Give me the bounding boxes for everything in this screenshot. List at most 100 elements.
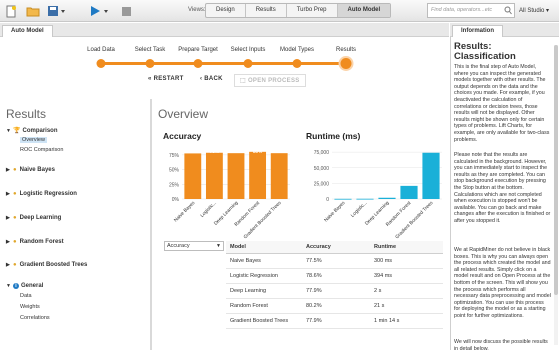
- bar: [184, 153, 202, 199]
- info-paragraph: Please note that the results are calcula…: [454, 152, 551, 224]
- information-panel: Results: Classification This is the fina…: [450, 37, 559, 350]
- tree-group-general[interactable]: ▼ i General: [6, 283, 43, 289]
- expand-arrow-icon[interactable]: ▶: [6, 191, 13, 197]
- new-process-icon[interactable]: [3, 3, 19, 19]
- save-icon[interactable]: [46, 3, 68, 19]
- expand-arrow-icon[interactable]: ▶: [6, 167, 13, 173]
- stop-icon[interactable]: [118, 3, 134, 19]
- tree-group-label: Comparison: [22, 127, 58, 134]
- y-tick-label: 75,000: [314, 150, 330, 156]
- tree-item-data[interactable]: Data: [20, 293, 32, 299]
- studio-selector[interactable]: All Studio ▾: [519, 7, 549, 14]
- step-select-inputs-dot[interactable]: [243, 59, 253, 68]
- cell-runtime: 2 s: [370, 283, 443, 299]
- search-placeholder: Find data, operators...etc: [431, 7, 493, 13]
- info-title: Results: Classification: [454, 41, 516, 62]
- x-tick-label: Logistic...: [199, 200, 218, 219]
- table-row[interactable]: Random Forest 80.2% 21 s: [226, 298, 443, 314]
- collapse-arrow-icon[interactable]: ▼: [6, 128, 13, 134]
- expand-arrow-icon[interactable]: ▶: [6, 215, 13, 221]
- tree-group-naive-bayes[interactable]: ▶ ● Naive Bayes: [6, 167, 55, 173]
- open-folder-icon[interactable]: [24, 3, 42, 19]
- open-process-button[interactable]: ⬚ OPEN PROCESS: [234, 74, 306, 87]
- y-tick-label: 75%: [169, 153, 180, 159]
- view-design-tab[interactable]: Design: [206, 4, 246, 17]
- data-label: 77%: [188, 149, 197, 154]
- cell-accuracy: 77.5%: [302, 253, 370, 269]
- step-load-data-dot[interactable]: [96, 59, 106, 68]
- bar: [249, 151, 267, 199]
- bar: [205, 152, 223, 199]
- metric-dropdown[interactable]: Accuracy ▼: [164, 241, 224, 251]
- results-table: Model Accuracy Runtime Naive Bayes 77.5%…: [226, 241, 443, 329]
- table-row[interactable]: Logistic Regression 78.6% 394 ms: [226, 268, 443, 284]
- column-header-runtime[interactable]: Runtime: [370, 241, 443, 254]
- y-tick-label: 0%: [172, 197, 180, 203]
- bulb-icon: ●: [13, 167, 17, 173]
- x-tick-label: Logistic...: [350, 200, 369, 219]
- cell-model: Naive Bayes: [226, 253, 302, 269]
- step-results-dot[interactable]: [340, 58, 352, 69]
- x-tick-label: Naive Bayes: [323, 200, 347, 224]
- search-icon[interactable]: [504, 6, 512, 21]
- tree-item-correlations[interactable]: Correlations: [20, 315, 50, 321]
- step-select-task-dot[interactable]: [145, 59, 155, 68]
- search-input[interactable]: Find data, operators...etc: [427, 3, 515, 18]
- tree-group-gradient-boosted-trees[interactable]: ▶ ● Gradient Boosted Trees: [6, 262, 87, 268]
- cell-model: Deep Learning: [226, 283, 302, 299]
- data-label: 80%: [253, 149, 262, 154]
- tree-group-deep-learning[interactable]: ▶ ● Deep Learning: [6, 215, 61, 221]
- expand-arrow-icon[interactable]: ▶: [6, 262, 13, 268]
- info-paragraph: We will now discuss the possible results…: [454, 339, 548, 350]
- results-title: Results: [6, 107, 47, 121]
- step-prepare-target-label: Prepare Target: [178, 47, 218, 53]
- tree-item-roc-comparison[interactable]: ROC Comparison: [20, 147, 63, 153]
- collapse-arrow-icon[interactable]: ▼: [6, 283, 13, 289]
- accuracy-chart-title: Accuracy: [163, 131, 202, 141]
- step-prepare-target-dot[interactable]: [193, 59, 203, 68]
- wizard-steps: Load Data Select Task Prepare Target Sel…: [0, 37, 449, 97]
- runtime-chart: 75,000 50,000 25,000 0Naive Bayes Logistic..…: [314, 150, 442, 239]
- view-auto-model-tab[interactable]: Auto Model: [337, 4, 391, 17]
- info-tab-bar: Information: [450, 23, 559, 37]
- expand-arrow-icon[interactable]: ▶: [6, 239, 13, 245]
- tab-information[interactable]: Information: [452, 25, 503, 37]
- main-tab-bar: Auto Model: [0, 23, 449, 37]
- data-label: 78%: [275, 149, 284, 154]
- cell-model: Logistic Regression: [226, 268, 302, 284]
- info-scrollbar[interactable]: [554, 45, 558, 345]
- tree-group-logistic-regression[interactable]: ▶ ● Logistic Regression: [6, 191, 77, 197]
- step-results-label: Results: [335, 47, 357, 53]
- table-header-row: Model Accuracy Runtime: [226, 241, 443, 254]
- tree-group-label: Naive Bayes: [19, 167, 55, 173]
- view-results-tab[interactable]: Results: [246, 4, 287, 17]
- table-row[interactable]: Naive Bayes 77.5% 300 ms: [226, 253, 443, 269]
- view-turbo-prep-tab[interactable]: Turbo Prep: [287, 4, 338, 17]
- step-select-inputs-label: Select Inputs: [230, 47, 266, 53]
- column-header-model[interactable]: Model: [226, 241, 302, 254]
- accuracy-chart: 75% 50% 25% 0% 77% Naive Bayes 79% Logistic... 7…: [169, 149, 290, 239]
- back-button[interactable]: ‹ BACK: [200, 76, 223, 82]
- table-row[interactable]: Deep Learning 77.9% 2 s: [226, 283, 443, 299]
- tree-group-label: Gradient Boosted Trees: [19, 262, 88, 268]
- step-model-types-dot[interactable]: [292, 59, 302, 68]
- tree-group-random-forest[interactable]: ▶ ● Random Forest: [6, 239, 64, 245]
- tree-group-label: Random Forest: [19, 239, 64, 245]
- run-icon[interactable]: [88, 3, 112, 19]
- data-label: 79%: [210, 149, 219, 154]
- bar: [400, 185, 418, 199]
- x-tick-label: Gradient Boosted Trees: [243, 200, 283, 239]
- bar: [356, 198, 374, 200]
- table-row[interactable]: Gradient Boosted Trees 77.9% 1 min 14 s: [226, 313, 443, 329]
- step-model-types-label: Model Types: [280, 47, 314, 53]
- info-icon: i: [13, 283, 19, 289]
- tab-auto-model[interactable]: Auto Model: [2, 25, 53, 37]
- restart-button[interactable]: « RESTART: [148, 76, 184, 82]
- bulb-icon: ●: [13, 191, 17, 197]
- tree-group-comparison[interactable]: ▼ 🏆 Comparison: [6, 127, 58, 135]
- tree-item-overview[interactable]: Overview: [20, 137, 47, 143]
- scrollbar-thumb[interactable]: [554, 45, 558, 295]
- column-header-accuracy[interactable]: Accuracy: [302, 241, 370, 254]
- tree-item-weights[interactable]: Weights: [20, 304, 40, 310]
- y-tick-label: 25,000: [314, 181, 330, 187]
